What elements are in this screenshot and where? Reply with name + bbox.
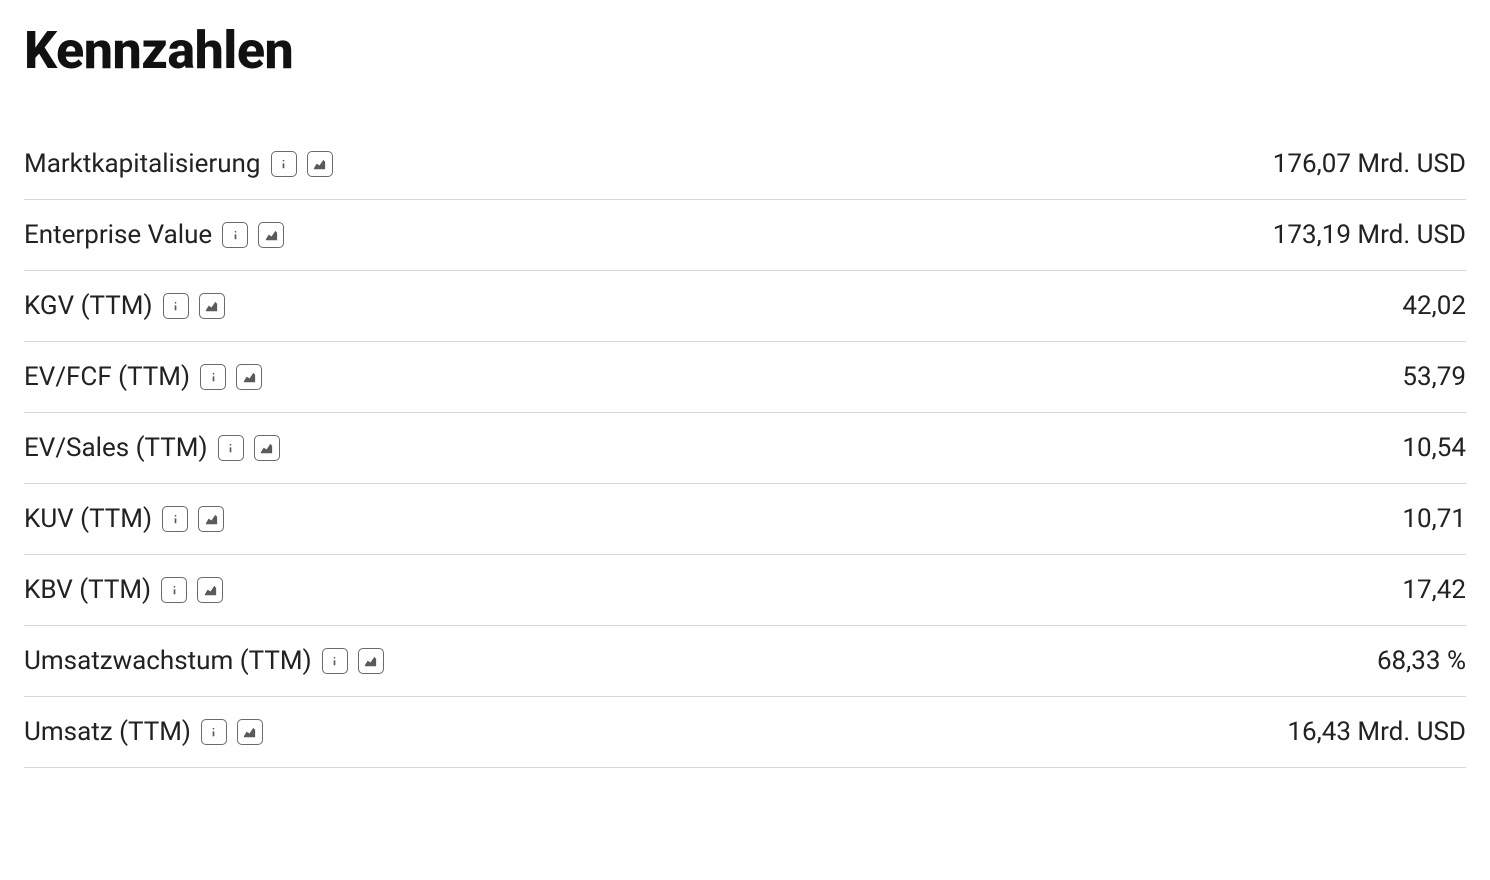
metric-row: EV/FCF (TTM) 53,79 <box>24 342 1466 413</box>
metric-label-group: KUV (TTM) <box>24 504 224 534</box>
metric-label: Umsatz (TTM) <box>24 717 191 747</box>
metric-label: EV/Sales (TTM) <box>24 433 208 463</box>
chart-icon[interactable] <box>258 222 284 248</box>
metric-label: KBV (TTM) <box>24 575 151 605</box>
info-icon[interactable] <box>222 222 248 248</box>
metric-value: 53,79 <box>1402 362 1466 392</box>
metric-label-group: Umsatz (TTM) <box>24 717 263 747</box>
metric-value: 17,42 <box>1402 575 1466 605</box>
metric-row: Marktkapitalisierung 176,07 Mrd. USD <box>24 129 1466 200</box>
metric-label-group: EV/Sales (TTM) <box>24 433 280 463</box>
metric-label: Umsatzwachstum (TTM) <box>24 646 312 676</box>
page-title: Kennzahlen <box>24 20 1466 81</box>
chart-icon[interactable] <box>358 648 384 674</box>
info-icon[interactable] <box>218 435 244 461</box>
metrics-list: Marktkapitalisierung 176,07 Mrd. USD Ent… <box>24 129 1466 768</box>
info-icon[interactable] <box>161 577 187 603</box>
metric-row: Enterprise Value 173,19 Mrd. USD <box>24 200 1466 271</box>
metric-value: 173,19 Mrd. USD <box>1273 220 1466 250</box>
metric-value: 176,07 Mrd. USD <box>1273 149 1466 179</box>
metric-label-group: Enterprise Value <box>24 220 284 250</box>
metric-value: 16,43 Mrd. USD <box>1287 717 1466 747</box>
info-icon[interactable] <box>271 151 297 177</box>
info-icon[interactable] <box>163 293 189 319</box>
metric-label: Marktkapitalisierung <box>24 149 261 179</box>
chart-icon[interactable] <box>197 577 223 603</box>
chart-icon[interactable] <box>307 151 333 177</box>
info-icon[interactable] <box>200 364 226 390</box>
chart-icon[interactable] <box>237 719 263 745</box>
info-icon[interactable] <box>162 506 188 532</box>
metric-label-group: EV/FCF (TTM) <box>24 362 262 392</box>
metric-value: 68,33 % <box>1377 646 1466 676</box>
metric-label: EV/FCF (TTM) <box>24 362 190 392</box>
metric-value: 42,02 <box>1402 291 1466 321</box>
metric-row: KGV (TTM) 42,02 <box>24 271 1466 342</box>
metric-value: 10,71 <box>1402 504 1466 534</box>
metric-label: Enterprise Value <box>24 220 212 250</box>
metric-row: Umsatzwachstum (TTM) 68,33 % <box>24 626 1466 697</box>
metric-label-group: Umsatzwachstum (TTM) <box>24 646 384 676</box>
metric-row: KBV (TTM) 17,42 <box>24 555 1466 626</box>
metric-row: EV/Sales (TTM) 10,54 <box>24 413 1466 484</box>
metric-value: 10,54 <box>1402 433 1466 463</box>
metric-label-group: KGV (TTM) <box>24 291 225 321</box>
metric-label-group: KBV (TTM) <box>24 575 223 605</box>
metric-label: KUV (TTM) <box>24 504 152 534</box>
metric-label-group: Marktkapitalisierung <box>24 149 333 179</box>
chart-icon[interactable] <box>254 435 280 461</box>
chart-icon[interactable] <box>236 364 262 390</box>
info-icon[interactable] <box>201 719 227 745</box>
metric-label: KGV (TTM) <box>24 291 153 321</box>
chart-icon[interactable] <box>199 293 225 319</box>
metric-row: KUV (TTM) 10,71 <box>24 484 1466 555</box>
metric-row: Umsatz (TTM) 16,43 Mrd. USD <box>24 697 1466 768</box>
info-icon[interactable] <box>322 648 348 674</box>
chart-icon[interactable] <box>198 506 224 532</box>
